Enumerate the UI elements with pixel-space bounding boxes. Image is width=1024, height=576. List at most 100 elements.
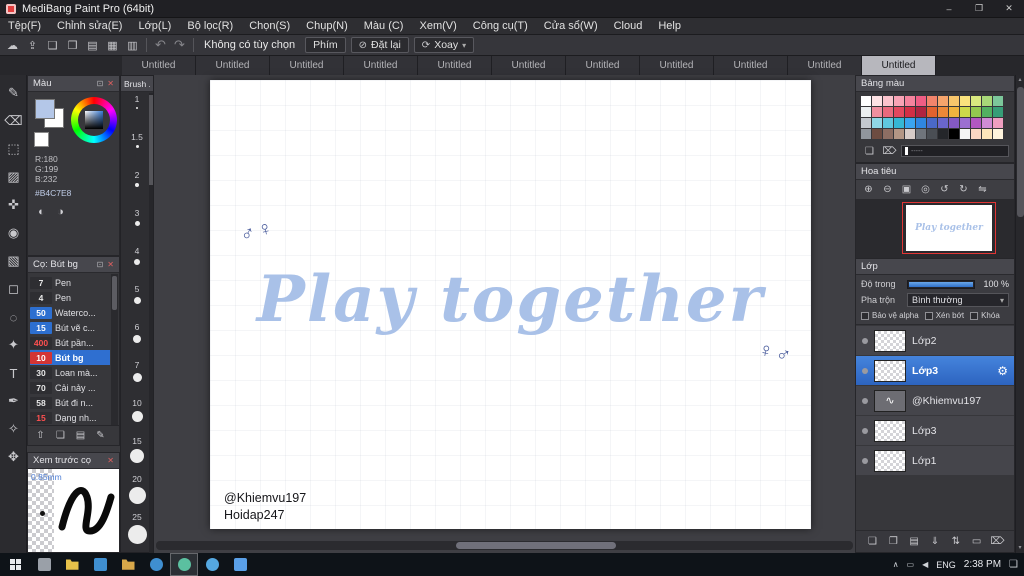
palette-swatch[interactable] [905,107,915,117]
brush-item[interactable]: 400 Bút pần... [30,335,110,350]
store-icon[interactable] [86,553,114,576]
grid-icon[interactable]: ▦ [103,36,122,54]
brush-item[interactable]: 58 Bút đi n... [30,395,110,410]
zoom-fit-icon[interactable]: ▣ [898,182,915,197]
scrollbar-thumb[interactable] [1017,87,1024,217]
popout-panel-icon[interactable]: ⊡ [97,79,104,88]
clipping-checkbox[interactable]: Xén bớt [924,311,964,320]
palette-swatch[interactable] [883,107,893,117]
close-panel-icon[interactable]: ✕ [107,260,114,269]
new-brush-icon[interactable]: ❏ [52,428,69,443]
palette-swatch[interactable] [916,118,926,128]
chat-icon[interactable]: ❒ [63,36,82,54]
palette-swatch[interactable] [971,118,981,128]
minimize-button[interactable]: – [934,0,964,17]
skype-icon[interactable] [198,553,226,576]
palette-swatch[interactable] [971,107,981,117]
palette-swatch[interactable] [872,96,882,106]
menu-item[interactable]: Cửa sổ(W) [536,18,606,35]
layer-row-selected[interactable]: Lớp3 ⚙ [856,356,1014,385]
palette-swatch[interactable] [916,129,926,139]
layer-visibility-dot[interactable] [862,457,868,464]
layer-settings-gear-icon[interactable]: ⚙ [997,364,1008,378]
document-tab[interactable]: Untitled [344,56,418,75]
add-palette-color-icon[interactable]: ❏ [861,144,878,159]
canvas[interactable]: Play together ♂♀ ♀♂ @Khiemvu197 Hoidap24… [210,80,811,529]
scroll-down-arrow[interactable]: ▾ [1016,544,1024,552]
palette-swatch[interactable] [949,129,959,139]
comment-icon[interactable]: ❑ [43,36,62,54]
palette-swatch[interactable] [971,96,981,106]
layer-row[interactable]: Lớp1 [856,446,1014,475]
document-tab[interactable]: Untitled [566,56,640,75]
color-wheel[interactable] [71,97,117,143]
palette-swatch[interactable] [883,118,893,128]
palette-swatch[interactable] [949,107,959,117]
brush-item[interactable]: 50 Waterco... [30,305,110,320]
speaker-icon[interactable]: ◀ [922,560,928,569]
palette-swatch[interactable] [894,129,904,139]
palette-swatch[interactable] [938,118,948,128]
menu-item[interactable]: Xem(V) [411,18,464,35]
document-tab[interactable]: Untitled [862,56,936,75]
rotate-left-icon[interactable]: ↺ [936,182,953,197]
pattern-tool-icon[interactable]: ▨ [0,163,27,191]
palette-swatch[interactable] [949,96,959,106]
gradient-tool-icon[interactable]: ▧ [0,247,27,275]
palette-swatch[interactable] [960,107,970,117]
transfer-layer-icon[interactable]: ⇅ [947,534,964,549]
palette-swatch[interactable] [883,129,893,139]
rotate-right-icon[interactable]: ↻ [955,182,972,197]
brush-folder-icon[interactable]: ▤ [72,428,89,443]
lasso-tool-icon[interactable]: ◌ [0,303,27,331]
edit-brush-icon[interactable]: ✎ [92,428,109,443]
clear-layer-icon[interactable]: ▭ [968,534,985,549]
palette-swatch[interactable] [894,96,904,106]
alpha-lock-checkbox[interactable]: Bảo vệ alpha [861,311,919,320]
layer-row[interactable]: Lớp3 [856,416,1014,445]
brush-item[interactable]: 15 Dạng nh... [30,410,110,425]
palette-swatch[interactable] [960,129,970,139]
palette-swatch[interactable] [938,129,948,139]
zoom-out-icon[interactable]: ⊖ [879,182,896,197]
fill-tool-icon[interactable]: ◉ [0,219,27,247]
palette-swatch[interactable] [894,118,904,128]
popout-panel-icon[interactable]: ⊡ [97,260,104,269]
palette-swatch[interactable] [927,129,937,139]
delete-palette-color-icon[interactable]: ⌦ [881,144,898,159]
palette-swatch[interactable] [927,96,937,106]
color-wheel-sv-square[interactable] [85,111,103,129]
menu-item[interactable]: Bộ lọc(R) [179,18,241,35]
curve-tool-icon[interactable]: ✒ [0,387,27,415]
palette-swatch[interactable] [993,129,1003,139]
brush-item[interactable]: 4 Pen [30,290,110,305]
scrollbar-thumb[interactable] [456,542,616,549]
photos-icon[interactable] [226,553,254,576]
hand-tool-icon[interactable]: ✥ [0,443,27,471]
document-tab[interactable]: Untitled [788,56,862,75]
add-brush-icon[interactable]: ⇧ [32,428,49,443]
document-icon[interactable]: ▤ [83,36,102,54]
menu-item[interactable]: Chụp(N) [298,18,356,35]
foreground-color-swatch[interactable] [35,99,55,119]
palette-swatch[interactable] [883,96,893,106]
layer-row[interactable]: ∿ @Khiemvu197 [856,386,1014,415]
delete-layer-icon[interactable]: ⌦ [989,534,1006,549]
palette-swatch[interactable] [938,96,948,106]
merge-down-icon[interactable]: ⇓ [926,534,943,549]
document-tab[interactable]: Untitled [196,56,270,75]
flip-icon[interactable]: ⇋ [974,182,991,197]
layer-visibility-dot[interactable] [862,337,868,344]
swap-colors-icon[interactable]: ◑ [53,204,68,219]
scroll-up-arrow[interactable]: ▴ [1016,76,1024,84]
scrollbar-thumb[interactable] [112,276,117,310]
key-button[interactable]: Phím [305,37,346,53]
navigator-view-rect[interactable] [902,202,996,254]
menu-item[interactable]: Chọn(S) [241,18,298,35]
palette-swatch[interactable] [872,129,882,139]
cloud-icon[interactable]: ☁ [3,36,22,54]
palette-swatch[interactable] [960,96,970,106]
display-icon[interactable]: ▭ [907,560,915,569]
panel-scrollbar[interactable]: ▴ ▾ [1015,75,1024,553]
undo-button[interactable]: ↶ [151,36,170,54]
